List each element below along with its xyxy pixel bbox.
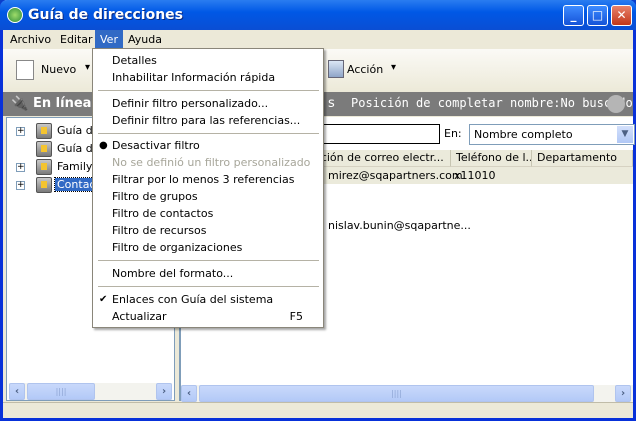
- title-bar[interactable]: Guía de direcciones _ □ ✕: [0, 0, 636, 30]
- menu-separator: [98, 286, 319, 287]
- menu-ver[interactable]: Ver: [95, 30, 123, 49]
- menu-item-label: Detalles: [112, 54, 157, 67]
- checkmark-icon: ✔: [99, 294, 108, 305]
- menu-item-label: Definir filtro para las referencias...: [112, 114, 301, 127]
- menu-item-label: Nombre del formato...: [112, 267, 234, 280]
- maximize-button[interactable]: □: [587, 5, 608, 26]
- close-button[interactable]: ✕: [611, 5, 632, 26]
- menu-item-enlaces-guia[interactable]: ✔ Enlaces con Guía del sistema: [93, 291, 323, 308]
- radio-bullet-icon: ●: [99, 140, 108, 151]
- phone-cell: x11010: [454, 169, 496, 182]
- menu-editar[interactable]: Editar: [55, 30, 98, 49]
- menu-item-label: Filtro de grupos: [112, 190, 198, 203]
- menu-ayuda[interactable]: Ayuda: [123, 30, 167, 49]
- menu-item-label: Desactivar filtro: [112, 139, 200, 152]
- menu-item-nombre-formato[interactable]: Nombre del formato...: [93, 265, 323, 282]
- new-document-icon: [16, 60, 34, 80]
- menu-item-no-filtro: No se definió un filtro personalizado: [93, 154, 323, 171]
- search-field-select[interactable]: Nombre completo ▼: [469, 124, 635, 145]
- status-bar: [3, 402, 633, 418]
- menu-item-filtro-referencias[interactable]: Definir filtro para las referencias...: [93, 112, 323, 129]
- column-header-phone[interactable]: Teléfono de l...: [451, 150, 532, 167]
- expand-icon[interactable]: +: [16, 163, 25, 172]
- menu-item-filtro-recursos[interactable]: Filtro de recursos: [93, 222, 323, 239]
- menu-separator: [98, 90, 319, 91]
- scroll-left-button[interactable]: ‹: [181, 385, 197, 402]
- tree-hscrollbar[interactable]: ‹ |||| ›: [9, 383, 172, 400]
- menu-item-label: Filtro de recursos: [112, 224, 207, 237]
- address-book-icon: [36, 177, 52, 193]
- window-title: Guía de direcciones: [28, 7, 183, 23]
- column-header-department[interactable]: Departamento: [532, 150, 633, 167]
- list-hscrollbar[interactable]: ‹ |||| ›: [181, 385, 633, 402]
- menu-item-label: Filtrar por lo menos 3 referencias: [112, 173, 295, 186]
- menu-item-label: Filtro de organizaciones: [112, 241, 243, 254]
- autocomplete-status: Posición de completar nombre:No buscado: [351, 96, 633, 110]
- chevron-down-icon[interactable]: ▼: [617, 126, 633, 143]
- tree-label: Family: [57, 160, 93, 173]
- plug-icon: 🔌: [11, 96, 29, 112]
- status-globe-icon: [607, 95, 625, 113]
- band-partial-text: s: [328, 96, 335, 111]
- minimize-button[interactable]: _: [563, 5, 584, 26]
- select-value: Nombre completo: [474, 128, 573, 141]
- address-book-icon: [7, 7, 23, 23]
- menu-item-filtro-grupos[interactable]: Filtro de grupos: [93, 188, 323, 205]
- online-label: En línea: [33, 96, 92, 111]
- scroll-left-button[interactable]: ‹: [9, 383, 25, 400]
- scroll-thumb[interactable]: ||||: [199, 385, 594, 402]
- scroll-thumb[interactable]: ||||: [27, 383, 95, 400]
- menu-item-filtro-contactos[interactable]: Filtro de contactos: [93, 205, 323, 222]
- scroll-right-button[interactable]: ›: [615, 385, 631, 402]
- column-header-email[interactable]: ección de correo electr...: [303, 150, 451, 167]
- menu-item-inhabilitar-info[interactable]: Inhabilitar Información rápida: [93, 69, 323, 86]
- menu-item-label: Inhabilitar Información rápida: [112, 71, 276, 84]
- menu-item-label: Actualizar: [112, 310, 167, 323]
- menu-item-desactivar-filtro[interactable]: ● Desactivar filtro: [93, 137, 323, 154]
- email-cell: mirez@sqapartners.com: [328, 169, 463, 182]
- search-in-label: En:: [444, 127, 462, 140]
- email-cell: nislav.bunin@sqapartne...: [328, 219, 471, 232]
- menu-separator: [98, 133, 319, 134]
- menu-item-filtrar-3-referencias[interactable]: Filtrar por lo menos 3 referencias: [93, 171, 323, 188]
- action-envelope-icon: [328, 60, 344, 78]
- expand-icon[interactable]: +: [16, 127, 25, 136]
- menu-item-actualizar[interactable]: Actualizar F5: [93, 308, 323, 325]
- expand-icon[interactable]: +: [16, 181, 25, 190]
- menu-separator: [98, 260, 319, 261]
- menu-item-detalles[interactable]: Detalles: [93, 52, 323, 69]
- new-dropdown-arrow[interactable]: ▾: [85, 62, 90, 73]
- action-button[interactable]: Acción: [347, 63, 383, 76]
- menu-item-label: Definir filtro personalizado...: [112, 97, 269, 110]
- menu-item-definir-filtro[interactable]: Definir filtro personalizado...: [93, 95, 323, 112]
- address-book-icon: [36, 123, 52, 139]
- menu-item-filtro-organizaciones[interactable]: Filtro de organizaciones: [93, 239, 323, 256]
- shortcut-label: F5: [289, 310, 303, 323]
- new-button[interactable]: Nuevo: [41, 63, 76, 76]
- menu-bar: Archivo Editar Ver Ayuda: [3, 30, 633, 49]
- ver-dropdown-menu: Detalles Inhabilitar Información rápida …: [92, 48, 324, 328]
- menu-archivo[interactable]: Archivo: [5, 30, 56, 49]
- menu-item-label: Filtro de contactos: [112, 207, 214, 220]
- address-book-icon: [36, 159, 52, 175]
- menu-item-label: Enlaces con Guía del sistema: [112, 293, 274, 306]
- menu-item-label: No se definió un filtro personalizado: [112, 156, 311, 169]
- action-dropdown-arrow[interactable]: ▾: [391, 62, 396, 73]
- scroll-right-button[interactable]: ›: [156, 383, 172, 400]
- address-book-icon: [36, 141, 52, 157]
